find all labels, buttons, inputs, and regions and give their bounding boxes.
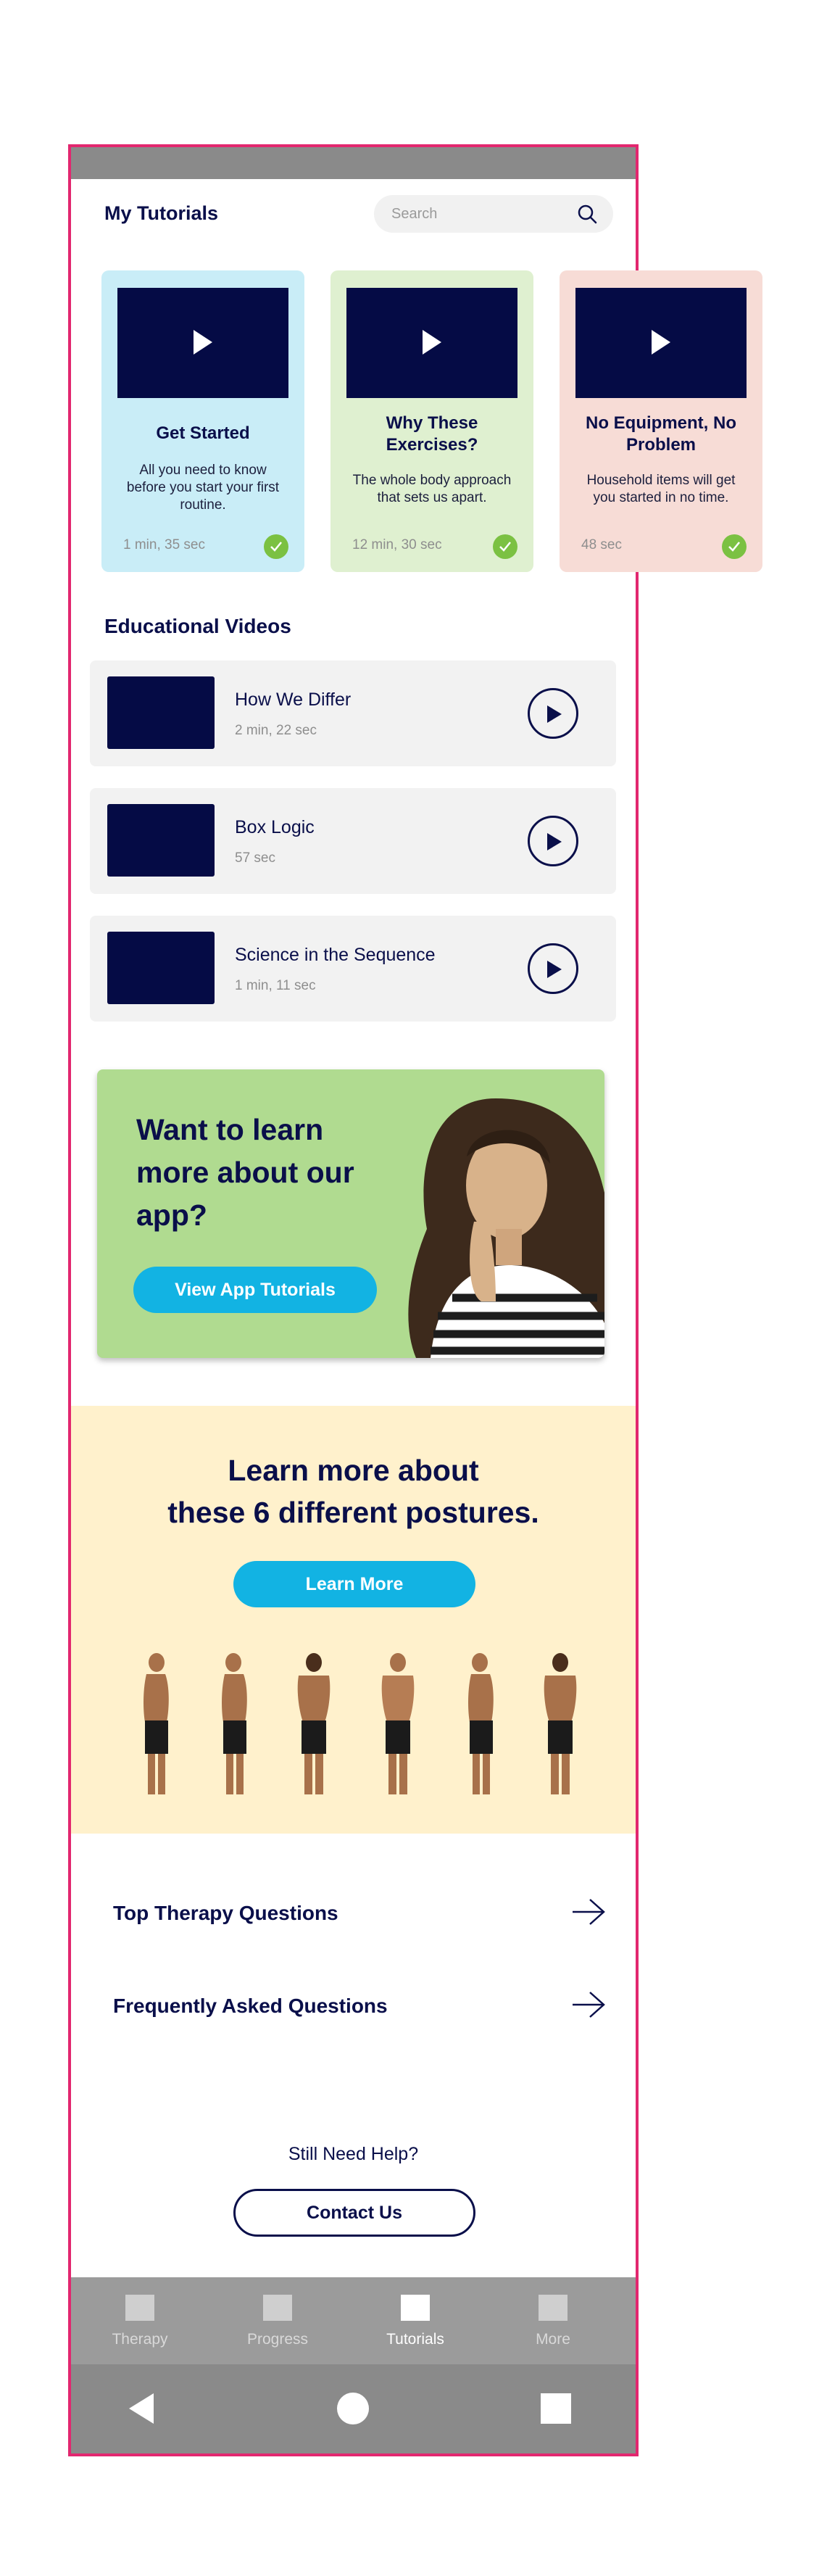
- app-frame: My Tutorials Search Get Started All you …: [68, 144, 762, 2456]
- tutorial-card[interactable]: Why These Exercises? The whole body appr…: [330, 270, 533, 572]
- video-duration: 2 min, 22 sec: [235, 723, 317, 738]
- more-icon: [539, 2295, 568, 2321]
- posture-figure: [144, 1653, 169, 1794]
- app-tutorials-promo: Want to learn more about our app? View A…: [97, 1069, 604, 1358]
- tab-tutorials[interactable]: Tutorials: [346, 2277, 484, 2364]
- bottom-tab-bar: Therapy Progress Tutorials More: [71, 2277, 636, 2364]
- video-title: Science in the Sequence: [235, 945, 436, 965]
- video-thumbnail: [107, 676, 215, 749]
- still-need-help-text: Still Need Help?: [288, 2144, 419, 2164]
- tutorial-card[interactable]: Get Started All you need to know before …: [101, 270, 304, 572]
- tab-label: Progress: [246, 2331, 309, 2348]
- posture-figure: [544, 1653, 577, 1794]
- card-description: Household items will get you started in …: [586, 473, 736, 505]
- card-title: No Equipment, No Problem: [586, 413, 736, 455]
- card-description: The whole body approach that sets us apa…: [352, 473, 512, 505]
- play-icon: [547, 961, 562, 978]
- postures-section: Learn more about these 6 different postu…: [71, 1406, 636, 1834]
- play-icon: [423, 330, 441, 355]
- tab-therapy[interactable]: Therapy: [71, 2277, 209, 2364]
- header: My Tutorials Search: [71, 179, 636, 249]
- arrow-right-icon: [573, 1992, 605, 2018]
- card-title: Get Started: [156, 423, 250, 443]
- recents-icon[interactable]: [541, 2393, 571, 2424]
- card-duration: 12 min, 30 sec: [352, 537, 442, 552]
- progress-icon: [263, 2295, 292, 2321]
- search-icon[interactable]: [577, 204, 597, 224]
- tutorial-card[interactable]: No Equipment, No Problem Household items…: [560, 270, 762, 572]
- posture-figure: [297, 1653, 330, 1794]
- promo-heading: Want to learn more about our app?: [136, 1113, 354, 1232]
- tutorials-icon: [401, 2295, 430, 2321]
- link-label: Top Therapy Questions: [113, 1902, 338, 1924]
- page-title: My Tutorials: [104, 202, 219, 224]
- educational-videos-heading: Educational Videos: [104, 615, 291, 637]
- play-icon: [547, 833, 562, 850]
- tab-label: More: [536, 2331, 570, 2348]
- play-icon: [547, 705, 562, 723]
- video-title: How We Differ: [235, 689, 352, 710]
- video-thumbnail: [107, 932, 215, 1004]
- video-duration: 57 sec: [235, 850, 275, 866]
- view-app-tutorials-button[interactable]: View App Tutorials: [133, 1267, 377, 1313]
- faq-link[interactable]: Frequently Asked Questions: [113, 1984, 606, 2028]
- tab-label: Therapy: [112, 2331, 168, 2348]
- video-list-item[interactable]: Box Logic 57 sec: [90, 788, 616, 894]
- top-therapy-questions-link[interactable]: Top Therapy Questions: [113, 1892, 606, 1935]
- arrow-right-icon: [573, 1899, 605, 1925]
- video-thumbnail[interactable]: [575, 288, 747, 398]
- card-duration: 1 min, 35 sec: [123, 537, 205, 552]
- video-thumbnail[interactable]: [346, 288, 517, 398]
- tab-progress[interactable]: Progress: [209, 2277, 346, 2364]
- play-button[interactable]: [528, 816, 578, 866]
- home-icon[interactable]: [336, 2392, 370, 2425]
- postures-heading-line1: Learn more about: [228, 1454, 479, 1487]
- link-label: Frequently Asked Questions: [113, 1995, 388, 2017]
- system-navigation-bar: [71, 2364, 636, 2453]
- posture-figure: [381, 1653, 415, 1794]
- play-button[interactable]: [528, 943, 578, 994]
- postures-heading-line2: these 6 different postures.: [167, 1496, 539, 1529]
- status-bar: [71, 147, 636, 179]
- play-icon: [194, 330, 212, 355]
- therapy-icon: [125, 2295, 154, 2321]
- posture-figure: [222, 1653, 247, 1794]
- completed-check-icon: [264, 534, 288, 559]
- tab-more[interactable]: More: [484, 2277, 622, 2364]
- video-thumbnail: [107, 804, 215, 877]
- posture-figure: [468, 1653, 494, 1794]
- play-icon: [652, 330, 670, 355]
- video-duration: 1 min, 11 sec: [235, 978, 316, 993]
- postures-heading: Learn more about these 6 different postu…: [71, 1449, 636, 1533]
- card-description: All you need to know before you start yo…: [126, 463, 280, 513]
- play-button[interactable]: [528, 688, 578, 739]
- video-title: Box Logic: [235, 817, 315, 837]
- search-placeholder: Search: [391, 206, 438, 222]
- back-icon[interactable]: [129, 2393, 154, 2424]
- video-list-item[interactable]: How We Differ 2 min, 22 sec: [90, 660, 616, 766]
- woman-thinking-photo: [408, 1098, 604, 1358]
- video-list-item[interactable]: Science in the Sequence 1 min, 11 sec: [90, 916, 616, 1022]
- completed-check-icon: [722, 534, 747, 559]
- completed-check-icon: [493, 534, 517, 559]
- learn-more-button[interactable]: Learn More: [233, 1561, 475, 1607]
- card-title: Why These Exercises?: [386, 413, 478, 455]
- tab-label: Tutorials: [386, 2331, 444, 2348]
- contact-us-button[interactable]: Contact Us: [233, 2189, 475, 2237]
- card-duration: 48 sec: [581, 537, 622, 552]
- search-input[interactable]: Search: [374, 195, 613, 233]
- video-thumbnail[interactable]: [117, 288, 288, 398]
